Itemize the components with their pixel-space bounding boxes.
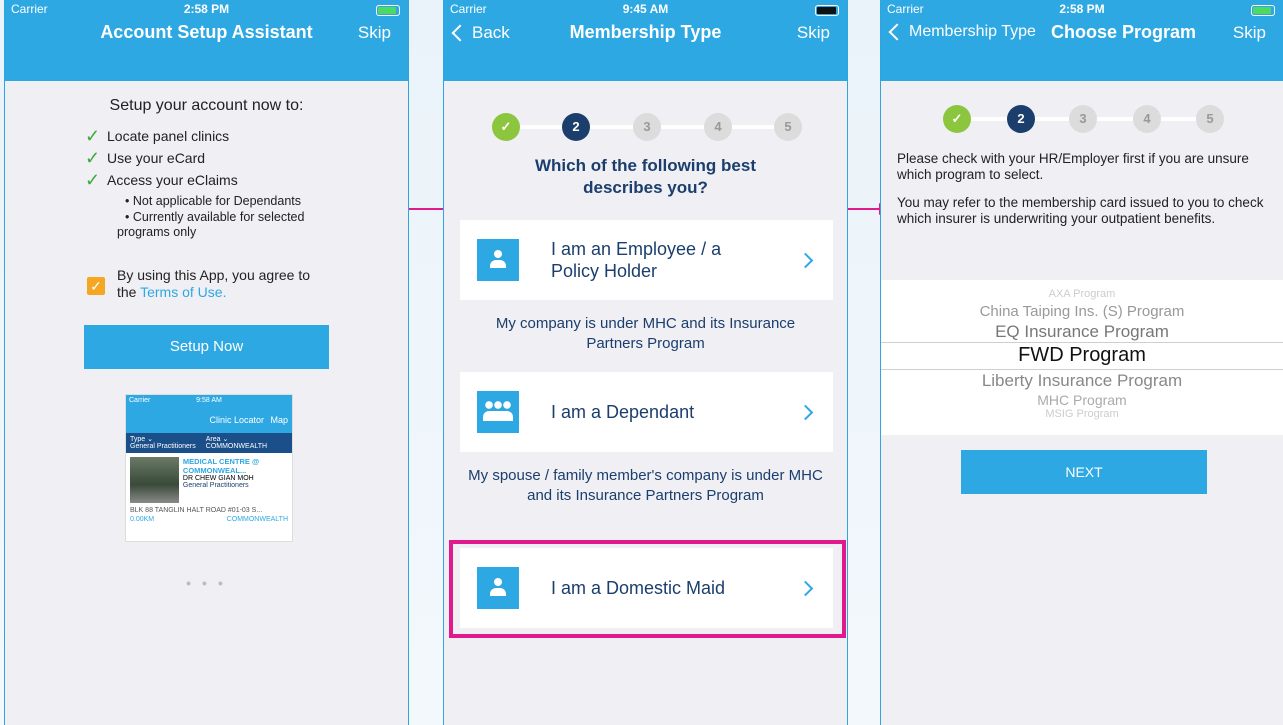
account-setup-screen: Carrier 2:58 PM Account Setup Assistant … <box>4 0 409 725</box>
step-5: 5 <box>1196 105 1224 133</box>
choose-program-screen: Carrier 2:58 PM Membership Type Choose P… <box>880 0 1283 725</box>
step-3: 3 <box>633 113 661 141</box>
terms-link[interactable]: Terms of Use. <box>140 284 226 300</box>
status-time: 2:58 PM <box>183 2 230 16</box>
terms-agreement: ✓ By using this App, you agree to the Te… <box>87 267 408 301</box>
status-bar: Carrier 2:58 PM <box>5 0 408 20</box>
back-button[interactable]: Membership Type <box>888 23 1036 41</box>
membership-type-screen: Carrier 9:45 AM Back Membership Type Ski… <box>443 0 848 725</box>
step-2: 2 <box>562 113 590 141</box>
step-indicator: ✓ 2 3 4 5 <box>444 107 847 147</box>
picker-option[interactable]: MHC Program <box>881 392 1283 408</box>
picker-option[interactable]: MSIG Program <box>881 408 1283 420</box>
chevron-right-icon <box>797 404 814 420</box>
program-picker[interactable]: AXA Program China Taiping Ins. (S) Progr… <box>881 280 1283 435</box>
clinic-photo <box>130 457 179 503</box>
option-dependant[interactable]: I am a Dependant <box>460 372 833 452</box>
step-4: 4 <box>704 113 732 141</box>
feature-subnote-cont: programs only <box>117 225 197 239</box>
next-button[interactable]: NEXT <box>961 450 1207 494</box>
family-icon <box>477 391 519 433</box>
feature-item: ✓ Use your eCard <box>85 147 206 168</box>
page-indicator: ● ● ● <box>185 578 228 588</box>
skip-button[interactable]: Skip <box>1233 23 1266 43</box>
picker-option[interactable]: Liberty Insurance Program <box>881 371 1283 391</box>
step-5: 5 <box>774 113 802 141</box>
setup-lead-text: Setup your account now to: <box>109 97 304 114</box>
instruction-text-2: You may refer to the membership card iss… <box>897 195 1264 226</box>
option-employee[interactable]: I am an Employee / a Policy Holder <box>460 220 833 300</box>
setup-now-button[interactable]: Setup Now <box>84 325 329 369</box>
question-heading: Which of the following best describes yo… <box>535 156 756 197</box>
picker-selected-option[interactable]: FWD Program <box>881 344 1283 367</box>
option-employee-note: My company is under MHC and its Insuranc… <box>495 315 796 352</box>
step-1-check-icon: ✓ <box>492 113 520 141</box>
nav-bar: Carrier 9:45 AM Back Membership Type Ski… <box>444 0 847 81</box>
skip-button[interactable]: Skip <box>358 23 391 43</box>
picker-option[interactable]: EQ Insurance Program <box>881 322 1283 342</box>
feature-item: ✓ Locate panel clinics <box>85 125 230 146</box>
battery-icon <box>376 5 400 16</box>
person-icon <box>477 239 519 281</box>
check-icon: ✓ <box>85 147 101 168</box>
check-icon: ✓ <box>85 125 101 146</box>
skip-button[interactable]: Skip <box>797 23 830 43</box>
check-icon: ✓ <box>85 169 101 190</box>
step-2: 2 <box>1007 105 1035 133</box>
step-1-check-icon: ✓ <box>943 105 971 133</box>
step-3: 3 <box>1069 105 1097 133</box>
option-dependant-note: My spouse / family member's company is u… <box>468 467 823 504</box>
battery-icon <box>1251 5 1275 16</box>
chevron-right-icon <box>797 252 814 268</box>
agree-checkbox[interactable]: ✓ <box>87 277 105 295</box>
battery-icon <box>815 5 839 16</box>
nav-bar: Carrier 2:58 PM Membership Type Choose P… <box>881 0 1283 81</box>
nav-title: Membership Type <box>569 22 722 42</box>
app-preview-image: Carrier 9:58 AM Clinic Locator Map Type … <box>125 394 293 542</box>
chevron-left-icon <box>888 23 906 41</box>
picker-option[interactable]: AXA Program <box>881 288 1283 300</box>
instruction-text-1: Please check with your HR/Employer first… <box>897 151 1249 182</box>
status-bar: Carrier 9:45 AM <box>444 0 847 20</box>
nav-bar: Carrier 2:58 PM Account Setup Assistant … <box>5 0 408 81</box>
nav-title: Account Setup Assistant <box>100 22 313 42</box>
feature-item: ✓ Access your eClaims <box>85 169 238 190</box>
status-bar: Carrier 2:58 PM <box>881 0 1283 20</box>
agree-text: By using this App, you agree to <box>117 267 311 283</box>
step-4: 4 <box>1133 105 1161 133</box>
feature-list: ✓ Locate panel clinics ✓ Use your eCard ✓ A… <box>85 125 408 191</box>
highlight-box <box>449 540 846 638</box>
picker-option[interactable]: China Taiping Ins. (S) Program <box>881 303 1283 320</box>
step-indicator: ✓ 2 3 4 5 <box>881 99 1283 139</box>
feature-subnotes: • Not applicable for Dependants • Curren… <box>125 194 305 224</box>
